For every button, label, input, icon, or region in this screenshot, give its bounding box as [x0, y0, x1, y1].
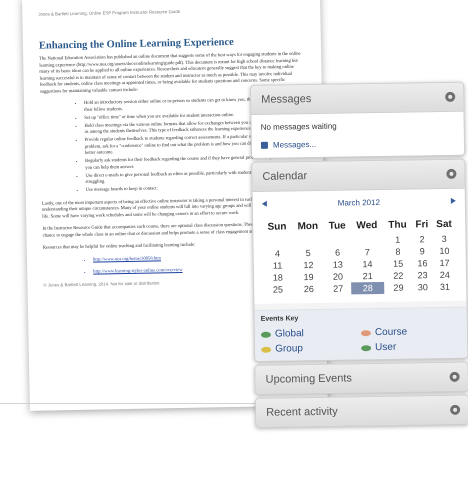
weekday-header: Sun: [267, 221, 287, 233]
upcoming-events-block: Upcoming Events: [254, 361, 468, 395]
calendar-day[interactable]: 19: [292, 271, 324, 284]
weekday-header: Wed: [356, 220, 378, 232]
messages-title: Messages: [261, 93, 312, 106]
calendar-day[interactable]: 10: [432, 245, 457, 257]
calendar-day[interactable]: 15: [384, 257, 413, 269]
calendar-day[interactable]: 13: [324, 258, 351, 270]
weekday-header: Thu: [388, 219, 407, 231]
calendar-body: March 2012 Sun Mon Tue Wed Thu Fri Sat 1234567…: [252, 188, 467, 304]
collapse-toggle-icon[interactable]: [445, 91, 456, 102]
calendar-day[interactable]: 22: [384, 269, 413, 281]
calendar-day[interactable]: 6: [324, 246, 351, 258]
collapse-toggle-icon[interactable]: [446, 168, 457, 179]
calendar-day[interactable]: 27: [325, 282, 352, 294]
eye-icon: [261, 346, 272, 353]
calendar-day: [351, 234, 384, 247]
event-type-course[interactable]: Course: [360, 326, 461, 339]
calendar-day[interactable]: 25: [263, 283, 293, 295]
upcoming-events-title: Upcoming Events: [265, 372, 352, 386]
events-key-grid: Global Course Group User: [260, 326, 461, 355]
calendar-day[interactable]: 30: [413, 281, 433, 293]
event-type-label: Course: [374, 326, 408, 339]
calendar-day: [324, 234, 351, 246]
event-type-label: User: [375, 341, 397, 354]
calendar-month[interactable]: March 2012: [262, 197, 456, 209]
document-header: Jones & Bartlett Learning, Online ESP Pr…: [38, 8, 181, 17]
recent-activity-block: Recent activity: [254, 394, 468, 428]
calendar-day[interactable]: 20: [325, 270, 352, 282]
calendar-day[interactable]: 18: [263, 271, 293, 283]
recent-activity-title: Recent activity: [266, 405, 338, 419]
calendar-day[interactable]: 1: [383, 233, 412, 245]
weekday-header: Tue: [328, 220, 346, 232]
calendar-day[interactable]: 23: [413, 269, 433, 281]
weekday-header: Mon: [297, 220, 319, 233]
calendar-day[interactable]: 24: [433, 269, 458, 281]
weekday-header: Sat: [436, 218, 452, 231]
calendar-day[interactable]: 29: [384, 281, 413, 293]
event-type-label: Group: [275, 343, 304, 355]
calendar-day: [262, 235, 292, 247]
calendar-day[interactable]: 26: [293, 283, 325, 296]
events-key-title: Events Key: [260, 315, 299, 323]
calendar-title: Calendar: [262, 170, 308, 183]
calendar-block: Calendar March 2012 Sun Mon Tue Wed Thu Fri Sa…: [251, 158, 468, 362]
calendar-day[interactable]: 28: [351, 281, 385, 295]
sidebar: Messages No messages waiting Messages...…: [250, 81, 468, 431]
calendar-day[interactable]: 2: [412, 233, 432, 245]
messages-status: No messages waiting: [260, 121, 337, 132]
calendar-day[interactable]: 5: [292, 247, 324, 260]
collapse-toggle-icon[interactable]: [449, 371, 460, 382]
event-type-label: Global: [274, 328, 304, 340]
weekday-header: Fri: [415, 219, 429, 231]
upcoming-events-header: Upcoming Events: [255, 362, 468, 394]
messages-body: No messages waiting Messages...: [251, 111, 465, 158]
calendar-day: [292, 235, 324, 248]
calendar-day[interactable]: 3: [432, 233, 457, 245]
messages-header: Messages: [251, 82, 464, 115]
calendar-day[interactable]: 16: [412, 257, 432, 269]
calendar-grid: Sun Mon Tue Wed Thu Fri Sat 1 2 3 4 5 6 7 8 9 10 11 12 13 1…: [262, 219, 457, 296]
calendar-day[interactable]: 14: [351, 258, 384, 271]
calendar-day[interactable]: 17: [432, 257, 457, 269]
messages-block: Messages No messages waiting Messages...: [250, 81, 466, 159]
eye-icon: [260, 331, 271, 338]
calendar-day[interactable]: 11: [263, 259, 293, 271]
calendar-day[interactable]: 12: [292, 259, 324, 272]
calendar-day[interactable]: 31: [433, 281, 458, 293]
calendar-nav: March 2012: [261, 197, 456, 212]
calendar-day[interactable]: 9: [412, 245, 432, 257]
event-type-user[interactable]: User: [361, 341, 461, 354]
collapse-toggle-icon[interactable]: [450, 404, 461, 415]
recent-activity-header: Recent activity: [255, 395, 468, 427]
messages-link-label: Messages...: [272, 139, 317, 150]
prev-month-icon[interactable]: [261, 200, 267, 207]
event-type-global[interactable]: Global: [260, 327, 361, 340]
calendar-header: Calendar: [252, 159, 465, 192]
messages-link[interactable]: Messages...: [260, 138, 455, 150]
eye-icon: [361, 344, 372, 351]
events-key: Events Key Global Course Group User: [254, 306, 468, 361]
calendar-day[interactable]: 21: [351, 270, 384, 283]
next-month-icon[interactable]: [450, 197, 456, 204]
event-type-group[interactable]: Group: [261, 342, 361, 355]
document-title: Enhancing the Online Learning Experience: [38, 36, 234, 52]
message-icon: [260, 141, 269, 149]
calendar-day[interactable]: 8: [384, 245, 413, 257]
eye-icon: [360, 329, 371, 336]
calendar-day[interactable]: 7: [351, 246, 384, 259]
calendar-week: 25 26 27 28 29 30 31: [263, 281, 457, 296]
calendar-day[interactable]: 4: [263, 247, 293, 259]
